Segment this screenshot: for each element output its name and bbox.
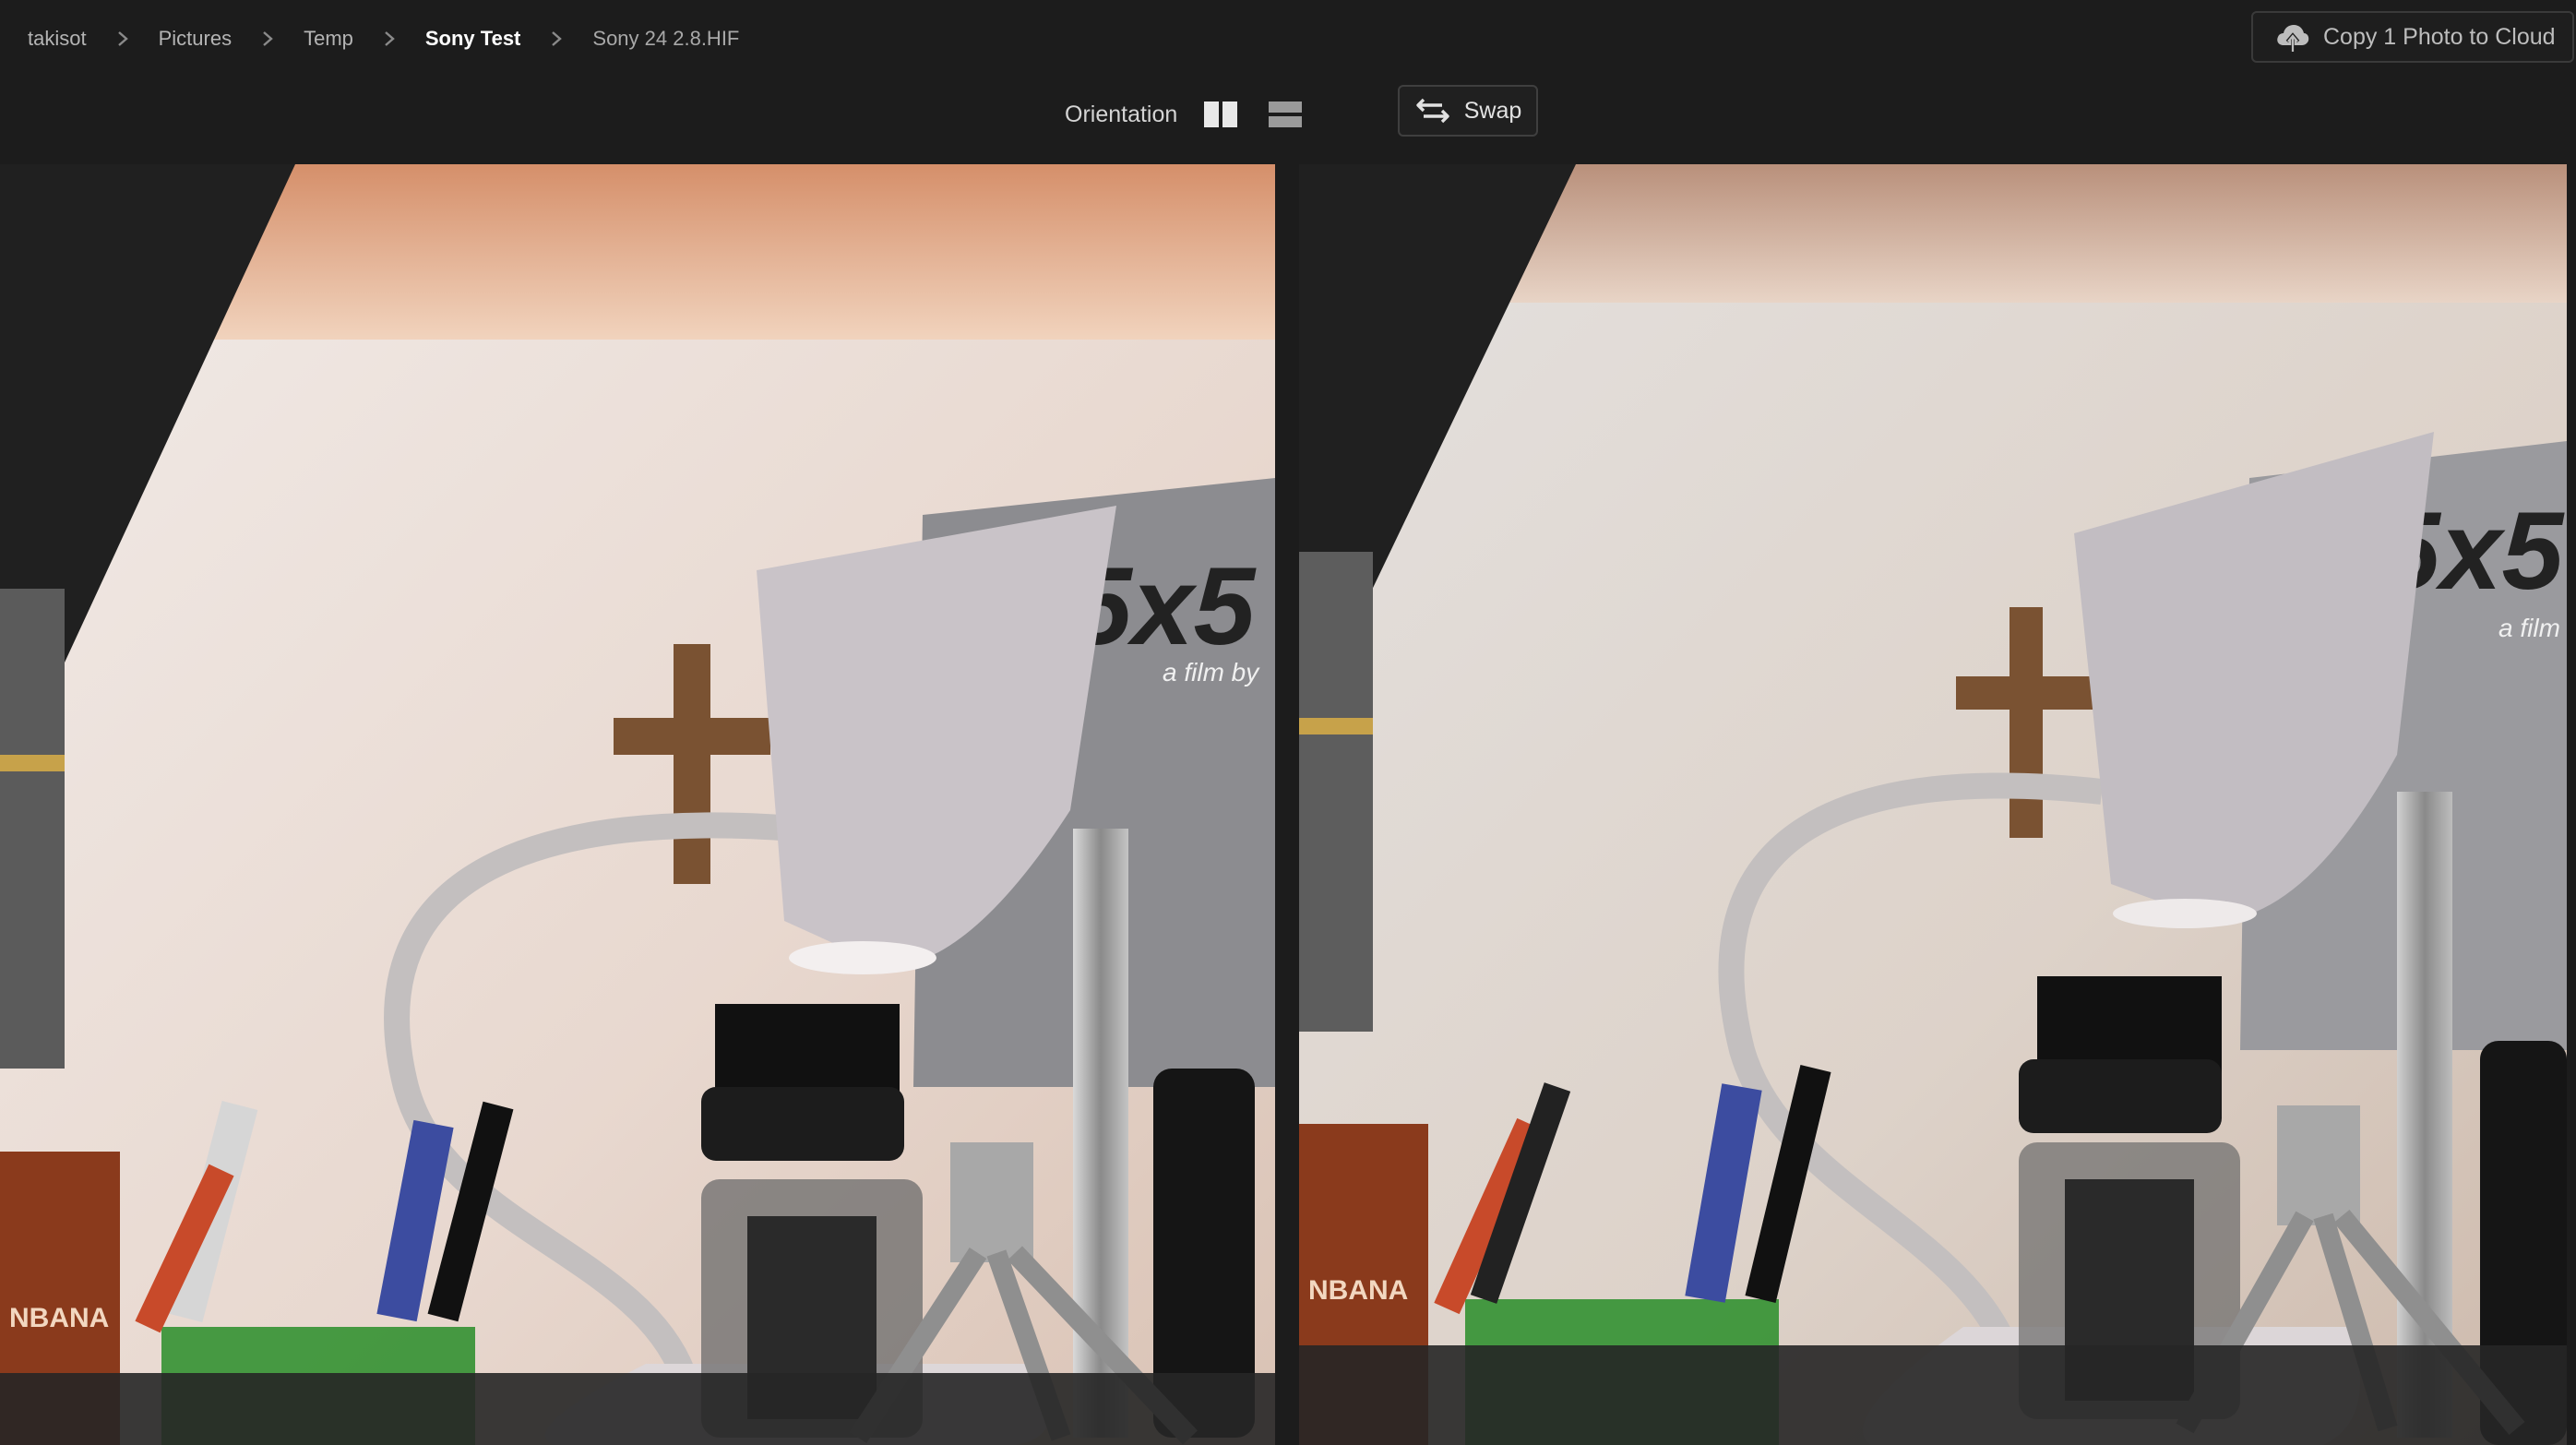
breadcrumb-sony-test[interactable]: Sony Test: [425, 27, 521, 51]
svg-text:a film by: a film by: [1163, 658, 1260, 687]
orientation-controls: Orientation: [1065, 92, 1330, 137]
svg-text:NBANA: NBANA: [1308, 1275, 1408, 1306]
chevron-right-icon: [259, 30, 276, 47]
swap-label: Swap: [1463, 97, 1522, 124]
cloud-upload-icon: [2275, 21, 2310, 53]
copy-to-cloud-label: Copy 1 Photo to Cloud: [2323, 23, 2556, 50]
copy-to-cloud-button[interactable]: Copy 1 Photo to Cloud: [2251, 11, 2574, 63]
photo-left[interactable]: 5x5 a film by NBANA: [0, 164, 1275, 1445]
breadcrumb-pictures[interactable]: Pictures: [159, 27, 232, 51]
photo-left-image: 5x5 a film by NBANA: [0, 164, 1275, 1445]
stacked-icon[interactable]: [1266, 98, 1305, 131]
breadcrumb-file-name: Sony 24 2.8.HIF: [592, 27, 740, 50]
breadcrumb: takisot Pictures Temp Sony Test Sony 24 …: [28, 20, 739, 57]
svg-text:NBANA: NBANA: [9, 1303, 109, 1333]
photo-right-image: 5x5 a film NBANA: [1299, 164, 2567, 1445]
photo-right[interactable]: 5x5 a film NBANA: [1299, 164, 2567, 1445]
orientation-label: Orientation: [1065, 101, 1178, 127]
chevron-right-icon: [381, 30, 398, 47]
swap-button[interactable]: Swap: [1398, 85, 1538, 137]
side-by-side-icon[interactable]: [1201, 98, 1240, 131]
swap-arrows-icon: [1414, 97, 1451, 125]
chevron-right-icon: [548, 30, 565, 47]
breadcrumb-temp[interactable]: Temp: [304, 27, 353, 51]
breadcrumb-takisot[interactable]: takisot: [28, 27, 87, 51]
svg-text:a film: a film: [2498, 614, 2560, 642]
chevron-right-icon: [114, 30, 131, 47]
